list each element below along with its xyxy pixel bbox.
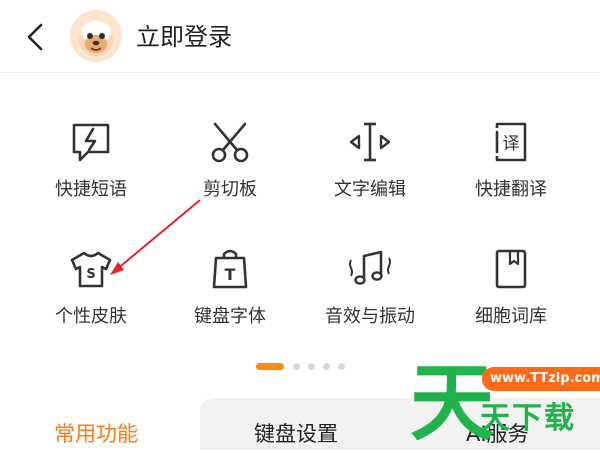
book-icon bbox=[495, 249, 527, 289]
grid-item-label: 快捷翻译 bbox=[475, 179, 547, 200]
page-dot-active[interactable] bbox=[256, 363, 284, 370]
grid-item-sound-vibration[interactable]: 音效与振动 bbox=[300, 246, 440, 346]
tshirt-icon: S bbox=[70, 251, 112, 288]
grid-item-quick-translate[interactable]: 译 快捷翻译 bbox=[441, 119, 581, 219]
chevron-left-icon bbox=[27, 23, 43, 51]
svg-text:T: T bbox=[225, 265, 236, 284]
grid-item-label: 键盘字体 bbox=[194, 306, 266, 327]
tab-common-functions[interactable]: 常用功能 bbox=[54, 398, 138, 450]
svg-text:S: S bbox=[86, 267, 95, 282]
grid-item-skins[interactable]: S 个性皮肤 bbox=[21, 246, 161, 346]
grid-item-label: 细胞词库 bbox=[475, 306, 547, 327]
grid-item-quick-phrases[interactable]: 快捷短语 bbox=[21, 119, 161, 219]
page-dot[interactable] bbox=[293, 363, 300, 370]
watermark: 天 www.TTzip.com 天下载 bbox=[410, 355, 600, 451]
grid-item-text-edit[interactable]: 文字编辑 bbox=[300, 119, 440, 219]
tab-keyboard-settings[interactable]: 键盘设置 bbox=[254, 398, 338, 450]
grid-item-label: 个性皮肤 bbox=[55, 306, 127, 327]
grid-item-label: 文字编辑 bbox=[334, 179, 406, 200]
grid-item-label: 快捷短语 bbox=[55, 179, 127, 200]
grid-item-label: 音效与振动 bbox=[325, 306, 415, 327]
watermark-text: 天下载 bbox=[480, 401, 576, 436]
watermark-url: www.TTzip.com bbox=[482, 367, 600, 391]
font-bag-icon: T bbox=[212, 249, 248, 289]
grid-item-cell-dictionary[interactable]: 细胞词库 bbox=[441, 246, 581, 346]
grid-item-clipboard[interactable]: 剪切板 bbox=[160, 119, 300, 219]
svg-text:译: 译 bbox=[503, 134, 520, 154]
monkey-avatar-icon bbox=[70, 10, 122, 62]
grid-item-keyboard-font[interactable]: T 键盘字体 bbox=[160, 246, 300, 346]
page-dot[interactable] bbox=[308, 363, 315, 370]
grid-item-label: 剪切板 bbox=[203, 179, 257, 200]
lightning-speech-bubble-icon bbox=[72, 123, 110, 162]
page-dot[interactable] bbox=[323, 363, 330, 370]
header: 立即登录 bbox=[0, 0, 600, 73]
login-link[interactable]: 立即登录 bbox=[136, 18, 232, 56]
scissors-icon bbox=[211, 122, 249, 163]
text-cursor-arrows-icon bbox=[349, 122, 391, 162]
music-vibration-icon bbox=[349, 250, 391, 285]
translate-icon: 译 bbox=[495, 122, 527, 162]
avatar[interactable] bbox=[70, 10, 122, 62]
page-dot[interactable] bbox=[338, 363, 345, 370]
back-button[interactable] bbox=[20, 20, 50, 54]
